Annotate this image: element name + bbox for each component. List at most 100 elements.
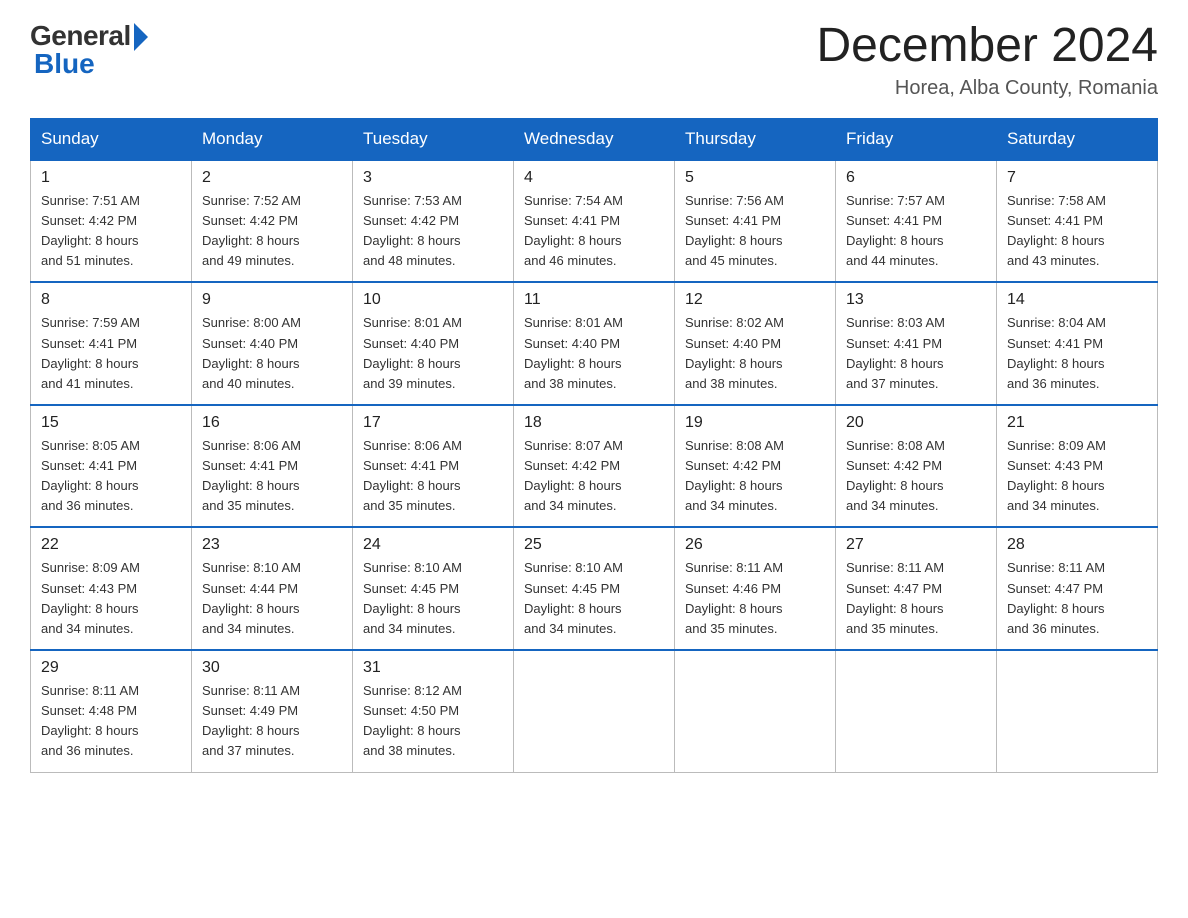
calendar-cell: 23 Sunrise: 8:10 AM Sunset: 4:44 PM Dayl…: [192, 527, 353, 650]
day-info: Sunrise: 8:09 AM Sunset: 4:43 PM Dayligh…: [41, 558, 181, 639]
day-number: 25: [524, 536, 664, 554]
day-number: 15: [41, 414, 181, 432]
day-info: Sunrise: 8:06 AM Sunset: 4:41 PM Dayligh…: [202, 436, 342, 517]
day-info: Sunrise: 7:54 AM Sunset: 4:41 PM Dayligh…: [524, 191, 664, 272]
calendar-cell: 24 Sunrise: 8:10 AM Sunset: 4:45 PM Dayl…: [353, 527, 514, 650]
day-info: Sunrise: 8:11 AM Sunset: 4:48 PM Dayligh…: [41, 681, 181, 762]
calendar-cell: 20 Sunrise: 8:08 AM Sunset: 4:42 PM Dayl…: [836, 405, 997, 528]
logo-blue-text: Blue: [30, 48, 95, 80]
day-number: 17: [363, 414, 503, 432]
day-number: 10: [363, 291, 503, 309]
day-number: 19: [685, 414, 825, 432]
week-row-1: 1 Sunrise: 7:51 AM Sunset: 4:42 PM Dayli…: [31, 160, 1158, 283]
header-friday: Friday: [836, 118, 997, 160]
header-row: SundayMondayTuesdayWednesdayThursdayFrid…: [31, 118, 1158, 160]
day-number: 14: [1007, 291, 1147, 309]
calendar-cell: [675, 650, 836, 772]
day-info: Sunrise: 8:08 AM Sunset: 4:42 PM Dayligh…: [846, 436, 986, 517]
calendar-cell: 10 Sunrise: 8:01 AM Sunset: 4:40 PM Dayl…: [353, 282, 514, 405]
calendar-cell: 29 Sunrise: 8:11 AM Sunset: 4:48 PM Dayl…: [31, 650, 192, 772]
day-number: 27: [846, 536, 986, 554]
day-info: Sunrise: 7:51 AM Sunset: 4:42 PM Dayligh…: [41, 191, 181, 272]
week-row-3: 15 Sunrise: 8:05 AM Sunset: 4:41 PM Dayl…: [31, 405, 1158, 528]
calendar-cell: 8 Sunrise: 7:59 AM Sunset: 4:41 PM Dayli…: [31, 282, 192, 405]
day-info: Sunrise: 8:08 AM Sunset: 4:42 PM Dayligh…: [685, 436, 825, 517]
calendar-cell: 3 Sunrise: 7:53 AM Sunset: 4:42 PM Dayli…: [353, 160, 514, 283]
week-row-2: 8 Sunrise: 7:59 AM Sunset: 4:41 PM Dayli…: [31, 282, 1158, 405]
day-number: 9: [202, 291, 342, 309]
day-info: Sunrise: 8:05 AM Sunset: 4:41 PM Dayligh…: [41, 436, 181, 517]
day-info: Sunrise: 8:01 AM Sunset: 4:40 PM Dayligh…: [524, 313, 664, 394]
calendar-cell: [514, 650, 675, 772]
day-number: 23: [202, 536, 342, 554]
calendar-cell: 1 Sunrise: 7:51 AM Sunset: 4:42 PM Dayli…: [31, 160, 192, 283]
day-number: 11: [524, 291, 664, 309]
day-number: 26: [685, 536, 825, 554]
header-thursday: Thursday: [675, 118, 836, 160]
calendar-cell: 26 Sunrise: 8:11 AM Sunset: 4:46 PM Dayl…: [675, 527, 836, 650]
day-number: 28: [1007, 536, 1147, 554]
calendar-cell: 17 Sunrise: 8:06 AM Sunset: 4:41 PM Dayl…: [353, 405, 514, 528]
day-info: Sunrise: 7:58 AM Sunset: 4:41 PM Dayligh…: [1007, 191, 1147, 272]
day-info: Sunrise: 8:10 AM Sunset: 4:44 PM Dayligh…: [202, 558, 342, 639]
day-info: Sunrise: 8:10 AM Sunset: 4:45 PM Dayligh…: [363, 558, 503, 639]
location: Horea, Alba County, Romania: [816, 77, 1158, 100]
header-wednesday: Wednesday: [514, 118, 675, 160]
logo: General Blue: [30, 20, 148, 80]
day-info: Sunrise: 8:07 AM Sunset: 4:42 PM Dayligh…: [524, 436, 664, 517]
title-area: December 2024 Horea, Alba County, Romani…: [816, 20, 1158, 100]
day-number: 5: [685, 169, 825, 187]
month-title: December 2024: [816, 20, 1158, 73]
day-info: Sunrise: 8:04 AM Sunset: 4:41 PM Dayligh…: [1007, 313, 1147, 394]
day-info: Sunrise: 8:10 AM Sunset: 4:45 PM Dayligh…: [524, 558, 664, 639]
calendar-cell: 21 Sunrise: 8:09 AM Sunset: 4:43 PM Dayl…: [997, 405, 1158, 528]
day-number: 24: [363, 536, 503, 554]
day-info: Sunrise: 7:57 AM Sunset: 4:41 PM Dayligh…: [846, 191, 986, 272]
calendar-cell: 25 Sunrise: 8:10 AM Sunset: 4:45 PM Dayl…: [514, 527, 675, 650]
calendar-cell: 28 Sunrise: 8:11 AM Sunset: 4:47 PM Dayl…: [997, 527, 1158, 650]
calendar-cell: 14 Sunrise: 8:04 AM Sunset: 4:41 PM Dayl…: [997, 282, 1158, 405]
day-info: Sunrise: 8:09 AM Sunset: 4:43 PM Dayligh…: [1007, 436, 1147, 517]
day-number: 18: [524, 414, 664, 432]
day-info: Sunrise: 8:11 AM Sunset: 4:46 PM Dayligh…: [685, 558, 825, 639]
calendar-cell: 19 Sunrise: 8:08 AM Sunset: 4:42 PM Dayl…: [675, 405, 836, 528]
day-number: 13: [846, 291, 986, 309]
day-number: 20: [846, 414, 986, 432]
calendar-cell: 30 Sunrise: 8:11 AM Sunset: 4:49 PM Dayl…: [192, 650, 353, 772]
calendar-cell: 31 Sunrise: 8:12 AM Sunset: 4:50 PM Dayl…: [353, 650, 514, 772]
header-sunday: Sunday: [31, 118, 192, 160]
calendar-cell: 16 Sunrise: 8:06 AM Sunset: 4:41 PM Dayl…: [192, 405, 353, 528]
day-info: Sunrise: 7:53 AM Sunset: 4:42 PM Dayligh…: [363, 191, 503, 272]
day-number: 7: [1007, 169, 1147, 187]
calendar-cell: 2 Sunrise: 7:52 AM Sunset: 4:42 PM Dayli…: [192, 160, 353, 283]
day-number: 1: [41, 169, 181, 187]
day-info: Sunrise: 8:02 AM Sunset: 4:40 PM Dayligh…: [685, 313, 825, 394]
calendar-cell: 18 Sunrise: 8:07 AM Sunset: 4:42 PM Dayl…: [514, 405, 675, 528]
calendar-cell: 27 Sunrise: 8:11 AM Sunset: 4:47 PM Dayl…: [836, 527, 997, 650]
day-number: 3: [363, 169, 503, 187]
day-number: 12: [685, 291, 825, 309]
day-number: 29: [41, 659, 181, 677]
day-info: Sunrise: 8:12 AM Sunset: 4:50 PM Dayligh…: [363, 681, 503, 762]
calendar-cell: 11 Sunrise: 8:01 AM Sunset: 4:40 PM Dayl…: [514, 282, 675, 405]
header-saturday: Saturday: [997, 118, 1158, 160]
day-info: Sunrise: 8:11 AM Sunset: 4:49 PM Dayligh…: [202, 681, 342, 762]
calendar-cell: 22 Sunrise: 8:09 AM Sunset: 4:43 PM Dayl…: [31, 527, 192, 650]
calendar-cell: 12 Sunrise: 8:02 AM Sunset: 4:40 PM Dayl…: [675, 282, 836, 405]
day-info: Sunrise: 8:11 AM Sunset: 4:47 PM Dayligh…: [1007, 558, 1147, 639]
calendar-cell: 13 Sunrise: 8:03 AM Sunset: 4:41 PM Dayl…: [836, 282, 997, 405]
day-number: 22: [41, 536, 181, 554]
day-number: 30: [202, 659, 342, 677]
week-row-4: 22 Sunrise: 8:09 AM Sunset: 4:43 PM Dayl…: [31, 527, 1158, 650]
day-number: 8: [41, 291, 181, 309]
calendar-cell: 15 Sunrise: 8:05 AM Sunset: 4:41 PM Dayl…: [31, 405, 192, 528]
calendar-cell: 6 Sunrise: 7:57 AM Sunset: 4:41 PM Dayli…: [836, 160, 997, 283]
day-number: 2: [202, 169, 342, 187]
day-info: Sunrise: 8:03 AM Sunset: 4:41 PM Dayligh…: [846, 313, 986, 394]
header-monday: Monday: [192, 118, 353, 160]
day-number: 16: [202, 414, 342, 432]
calendar-cell: 4 Sunrise: 7:54 AM Sunset: 4:41 PM Dayli…: [514, 160, 675, 283]
week-row-5: 29 Sunrise: 8:11 AM Sunset: 4:48 PM Dayl…: [31, 650, 1158, 772]
day-number: 31: [363, 659, 503, 677]
calendar-cell: 7 Sunrise: 7:58 AM Sunset: 4:41 PM Dayli…: [997, 160, 1158, 283]
